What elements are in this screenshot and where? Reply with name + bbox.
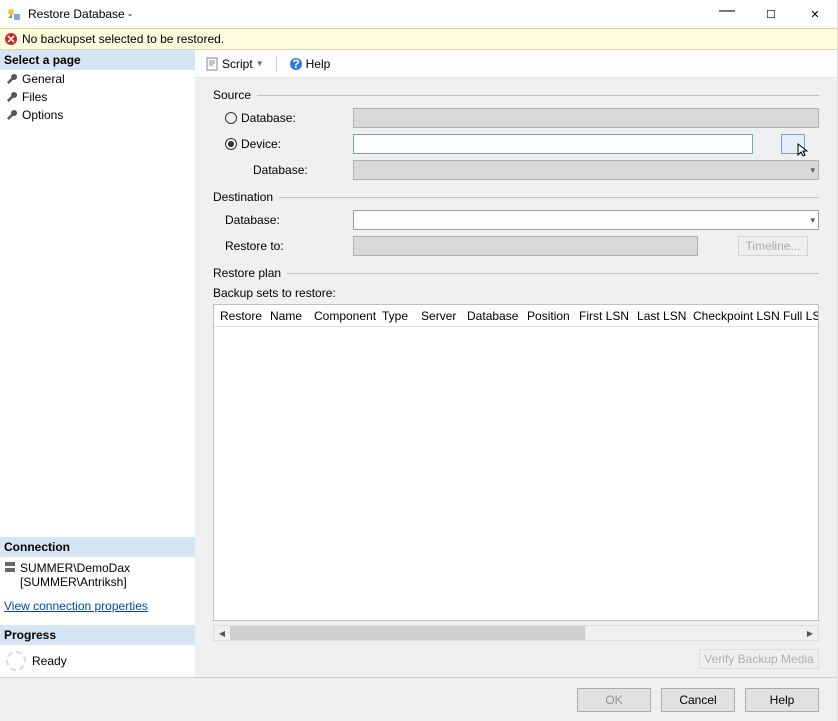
radio-icon-selected: [225, 138, 237, 150]
connection-server: SUMMER\DemoDax: [20, 561, 130, 575]
chevron-down-icon: ▾: [810, 215, 815, 226]
backup-sets-table[interactable]: Restore Name Component Type Server Datab…: [213, 304, 819, 621]
page-label: Options: [22, 108, 63, 122]
table-header: Restore Name Component Type Server Datab…: [214, 305, 818, 327]
verify-backup-media-button: Verify Backup Media: [699, 649, 819, 669]
page-files[interactable]: Files: [0, 88, 195, 106]
source-sub-database-label: Database:: [213, 163, 353, 177]
titlebar: Restore Database - — ☐ ✕: [0, 0, 837, 28]
connection-header: Connection: [0, 537, 195, 557]
cursor-icon: [796, 142, 812, 161]
left-panel: Select a page General Files Options Conn…: [0, 50, 195, 677]
divider: [257, 95, 819, 96]
help-button[interactable]: Help: [745, 688, 819, 712]
dropdown-icon[interactable]: ▼: [256, 59, 264, 68]
view-connection-properties-link[interactable]: View connection properties: [0, 591, 152, 625]
destination-database-label: Database:: [213, 213, 353, 227]
radio-icon: [225, 112, 237, 124]
server-icon: [4, 561, 16, 573]
toolbar: Script ▼ ? Help: [195, 50, 837, 78]
browse-device-button[interactable]: [781, 134, 805, 154]
progress-header: Progress: [0, 625, 195, 645]
col-database[interactable]: Database: [461, 309, 521, 323]
col-position[interactable]: Position: [521, 309, 573, 323]
scroll-left-button[interactable]: ◀: [214, 626, 230, 640]
help-icon: ?: [289, 57, 303, 71]
help-button[interactable]: ? Help: [285, 55, 335, 73]
error-icon: [4, 32, 18, 46]
chevron-down-icon: ▾: [810, 165, 815, 176]
message-bar: No backupset selected to be restored.: [0, 28, 837, 50]
col-restore[interactable]: Restore: [214, 309, 264, 323]
maximize-button[interactable]: ☐: [749, 0, 793, 28]
help-label: Help: [306, 57, 331, 71]
ok-button: OK: [577, 688, 651, 712]
connection-user: [SUMMER\Antriksh]: [20, 575, 130, 589]
progress-spinner-icon: [6, 651, 26, 671]
cancel-button[interactable]: Cancel: [661, 688, 735, 712]
minimize-button[interactable]: —: [705, 0, 749, 25]
wrench-icon: [6, 91, 18, 103]
col-last-lsn[interactable]: Last LSN: [631, 309, 687, 323]
page-label: General: [22, 72, 65, 86]
radio-label: Device:: [241, 137, 281, 151]
restore-plan-subtitle: Backup sets to restore:: [213, 286, 819, 300]
script-icon: [205, 57, 219, 71]
col-component[interactable]: Component: [308, 309, 376, 323]
col-checkpoint-lsn[interactable]: Checkpoint LSN: [687, 309, 777, 323]
page-options[interactable]: Options: [0, 106, 195, 124]
message-text: No backupset selected to be restored.: [22, 32, 224, 46]
script-button[interactable]: Script ▼: [201, 55, 268, 73]
source-database-radio[interactable]: Database:: [213, 111, 353, 125]
page-label: Files: [22, 90, 47, 104]
page-general[interactable]: General: [0, 70, 195, 88]
divider: [287, 273, 819, 274]
wrench-icon: [6, 109, 18, 121]
divider: [279, 197, 819, 198]
horizontal-scrollbar[interactable]: ◀ ▶: [213, 625, 819, 641]
restore-plan-title: Restore plan: [213, 266, 281, 280]
window-title: Restore Database -: [28, 7, 705, 21]
restore-to-label: Restore to:: [213, 239, 353, 253]
timeline-button: Timeline...: [738, 236, 808, 256]
source-title: Source: [213, 88, 251, 102]
radio-label: Database:: [241, 111, 296, 125]
progress-text: Ready: [32, 654, 67, 668]
select-page-header: Select a page: [0, 50, 195, 70]
source-device-radio[interactable]: Device:: [213, 137, 353, 151]
destination-database-combo[interactable]: ▾: [353, 210, 819, 230]
col-server[interactable]: Server: [415, 309, 461, 323]
wrench-icon: [6, 73, 18, 85]
source-sub-database-combo: ▾: [353, 160, 819, 180]
toolbar-separator: [276, 56, 277, 72]
svg-text:?: ?: [292, 57, 299, 71]
app-icon: [6, 6, 22, 22]
close-button[interactable]: ✕: [793, 0, 837, 28]
destination-title: Destination: [213, 190, 273, 204]
restore-to-input: [353, 236, 698, 256]
col-first-lsn[interactable]: First LSN: [573, 309, 631, 323]
scroll-track[interactable]: [230, 626, 802, 640]
script-label: Script: [222, 57, 253, 71]
footer: OK Cancel Help: [0, 677, 837, 721]
col-type[interactable]: Type: [376, 309, 415, 323]
scroll-right-button[interactable]: ▶: [802, 626, 818, 640]
col-full-lsn[interactable]: Full LSN: [777, 309, 819, 323]
source-database-combo: [353, 108, 819, 128]
col-name[interactable]: Name: [264, 309, 308, 323]
window-buttons: — ☐ ✕: [705, 0, 837, 28]
source-device-input[interactable]: [353, 134, 753, 154]
scroll-thumb[interactable]: [230, 626, 585, 640]
right-panel: Script ▼ ? Help Source Database:: [195, 50, 837, 677]
